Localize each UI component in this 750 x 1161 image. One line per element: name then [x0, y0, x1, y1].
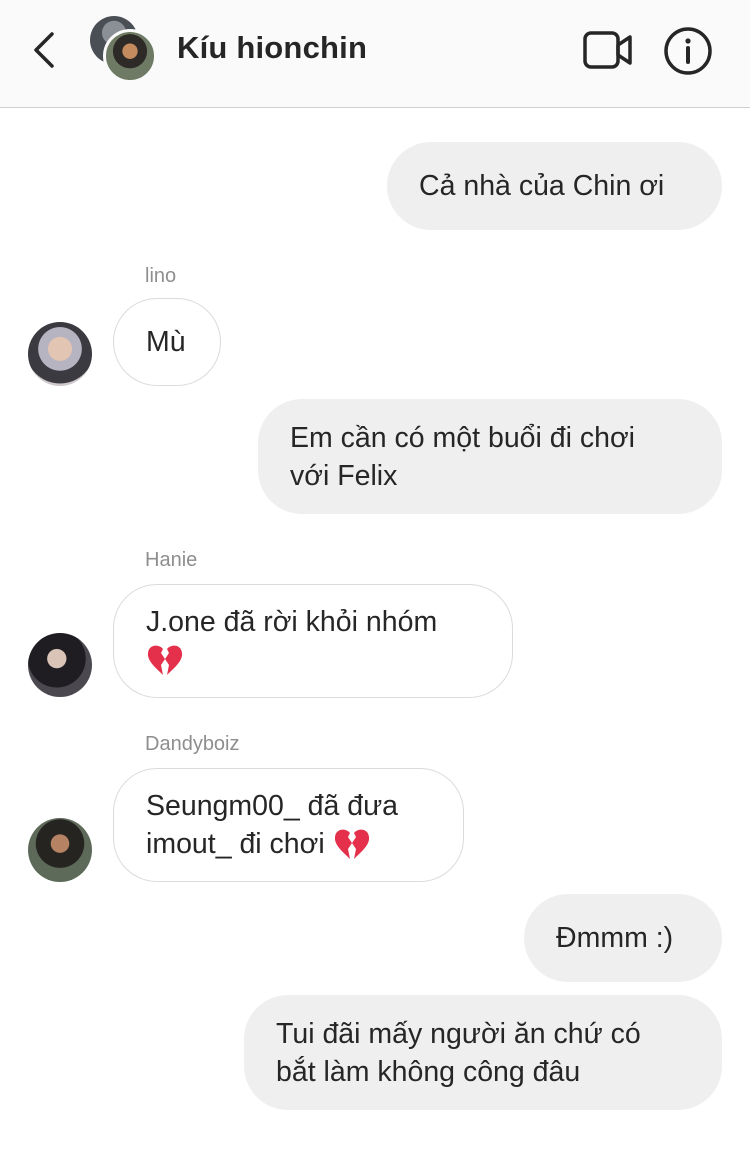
info-icon	[664, 27, 712, 75]
message-bubble-outgoing[interactable]: Đmmm :)	[524, 894, 722, 982]
chevron-left-icon	[34, 32, 54, 68]
message-bubble-incoming[interactable]: J.one đã rời khỏi nhóm	[113, 584, 513, 698]
message-text: Cả nhà của Chin ơi	[419, 170, 665, 202]
message-text: imout_ đi chơi	[146, 827, 325, 860]
avatar[interactable]	[28, 322, 92, 386]
chat-title[interactable]: Kíu hionchin	[177, 30, 367, 66]
message-bubble-incoming[interactable]: Mù	[113, 298, 221, 386]
sender-name: lino	[145, 265, 177, 287]
chat-header: Kíu hionchin	[0, 0, 750, 108]
avatar[interactable]	[28, 818, 92, 882]
back-button[interactable]	[22, 28, 66, 72]
message-bubble-outgoing[interactable]: Em cần có một buổi đi chơi với Felix	[258, 399, 722, 514]
message-text: Em cần có một buổi đi chơi với Felix	[290, 421, 636, 492]
video-camera-icon	[583, 31, 632, 69]
message-text: Seungm00_ đã đưa	[146, 789, 399, 822]
sender-name: Dandyboiz	[145, 733, 240, 755]
info-button[interactable]	[663, 26, 713, 76]
message-text: Mù	[146, 326, 186, 358]
avatar[interactable]	[28, 633, 92, 697]
broken-heart-icon	[334, 829, 369, 860]
broken-heart-icon	[147, 645, 183, 676]
message-bubble-outgoing[interactable]: Tui đãi mấy người ăn chứ có bắt làm khôn…	[244, 995, 722, 1110]
sender-name: Hanie	[145, 549, 198, 571]
message-text: Tui đãi mấy người ăn chứ có bắt làm khôn…	[276, 1017, 641, 1088]
message-bubble-outgoing[interactable]: Cả nhà của Chin ơi	[387, 142, 722, 230]
message-bubble-incoming[interactable]: Seungm00_ đã đưa imout_ đi chơi	[113, 768, 464, 882]
message-text: J.one đã rời khỏi nhóm	[146, 605, 438, 638]
avatar	[103, 29, 157, 83]
group-avatar[interactable]	[90, 16, 160, 86]
message-text: Đmmm :)	[556, 922, 674, 954]
video-call-button[interactable]	[582, 30, 634, 70]
